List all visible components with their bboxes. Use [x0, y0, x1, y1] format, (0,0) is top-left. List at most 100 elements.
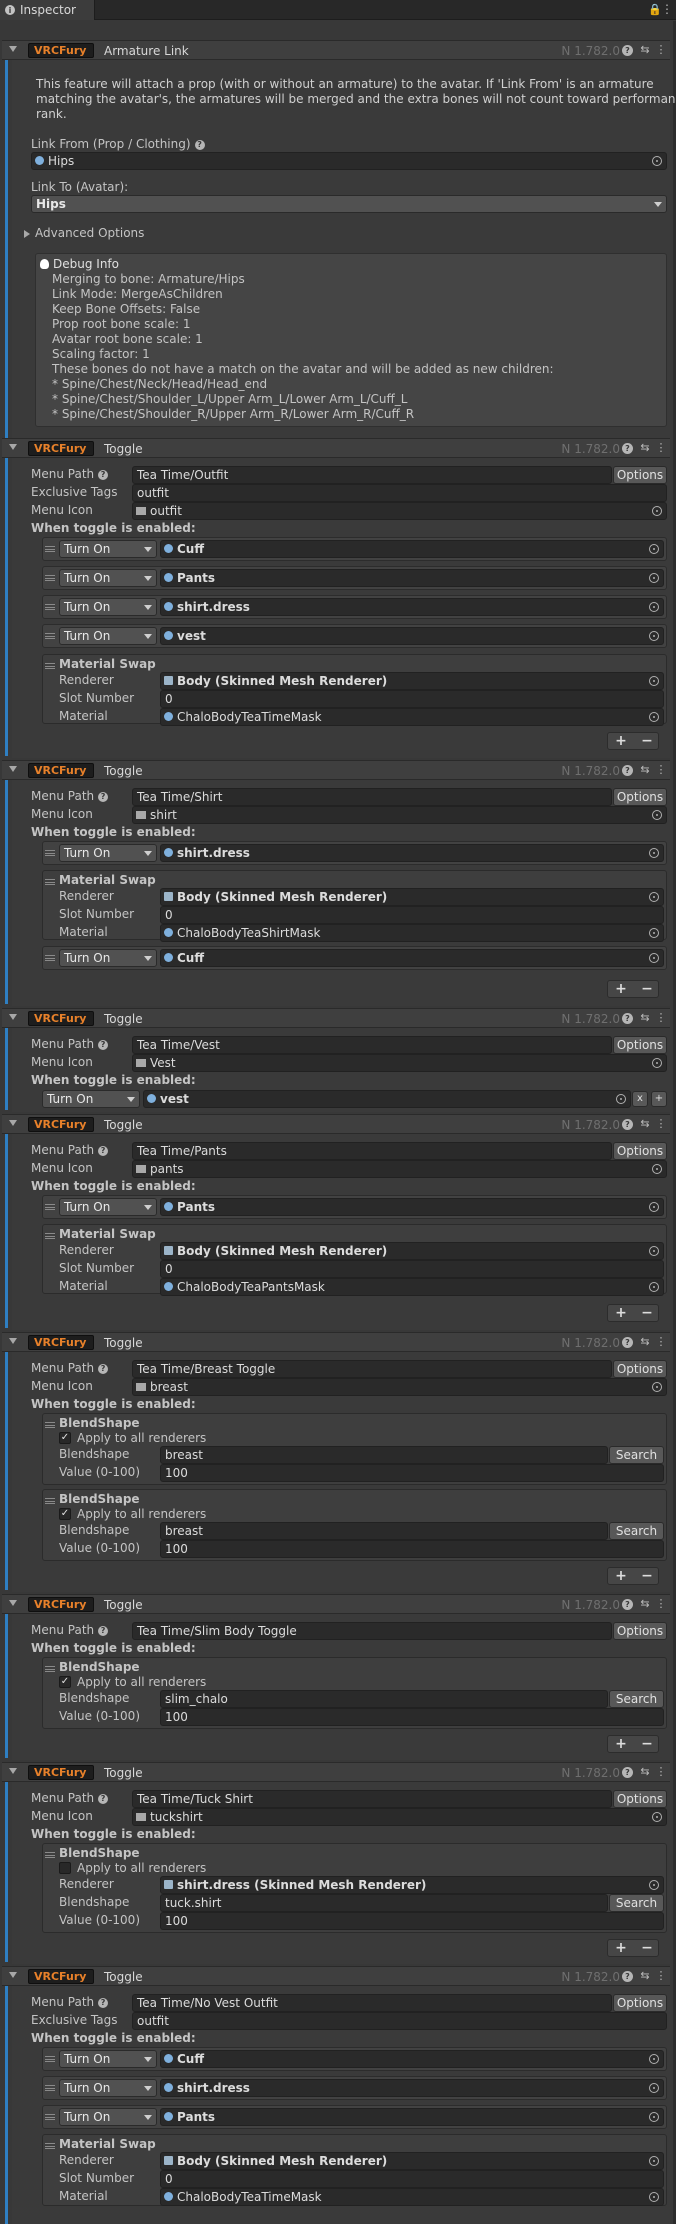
object-field[interactable]: Pants	[160, 569, 664, 587]
renderer-field[interactable]: shirt.dress (Skinned Mesh Renderer)	[160, 1876, 664, 1894]
apply-all-checkbox[interactable]: ✓	[59, 1508, 71, 1520]
blendshape-input[interactable]: slim_chalo	[160, 1690, 608, 1708]
value-input[interactable]: 100	[160, 1912, 664, 1930]
settings-sliders-icon[interactable]: ⇆	[638, 1335, 652, 1349]
options-button[interactable]: Options	[613, 1622, 667, 1640]
object-field[interactable]: vest	[160, 627, 664, 645]
help-icon[interactable]: ?	[98, 1998, 109, 2008]
object-picker-icon[interactable]	[649, 573, 659, 583]
link-from-field[interactable]: Hips	[31, 152, 667, 170]
drag-handle-icon[interactable]	[45, 2143, 55, 2149]
drag-handle-icon[interactable]	[45, 879, 55, 885]
settings-sliders-icon[interactable]: ⇆	[638, 1969, 652, 1983]
slot-number-input[interactable]: 0	[160, 690, 664, 708]
add-button[interactable]: +	[608, 1940, 634, 1956]
foldout-arrow-icon[interactable]	[9, 1338, 17, 1344]
object-field[interactable]: shirt.dress	[160, 844, 664, 862]
help-icon[interactable]: ?	[622, 45, 633, 56]
action-type-dropdown[interactable]: Turn On	[59, 598, 157, 616]
foldout-arrow-icon[interactable]	[9, 1972, 17, 1978]
menu-icon-field[interactable]: Vest	[132, 1054, 667, 1072]
object-picker-icon[interactable]	[649, 676, 659, 686]
object-field[interactable]: Cuff	[160, 949, 664, 967]
menu-path-input[interactable]: Tea Time/Shirt	[132, 788, 612, 806]
options-button[interactable]: Options	[613, 1360, 667, 1378]
object-picker-icon[interactable]	[652, 156, 662, 166]
help-icon[interactable]: ?	[622, 1337, 633, 1348]
lock-icon[interactable]: 🔒	[648, 3, 662, 16]
drag-handle-icon[interactable]	[45, 604, 55, 610]
link-to-dropdown[interactable]: Hips	[31, 195, 667, 213]
help-icon[interactable]: ?	[194, 140, 205, 150]
foldout-arrow-icon[interactable]	[9, 1600, 17, 1606]
menu-icon-field[interactable]: shirt	[132, 806, 667, 824]
menu-icon-field[interactable]: tuckshirt	[132, 1808, 667, 1826]
action-type-dropdown[interactable]: Turn On	[42, 1090, 140, 1108]
help-icon[interactable]: ?	[98, 1146, 109, 1156]
help-icon[interactable]: ?	[98, 1364, 109, 1374]
help-icon[interactable]: ?	[98, 1040, 109, 1050]
component-header[interactable]: VRCFury Toggle N 1.782.0 ? ⇆ ⋮	[2, 1008, 670, 1028]
action-type-dropdown[interactable]: Turn On	[59, 1198, 157, 1216]
object-field[interactable]: Pants	[160, 2108, 664, 2126]
help-icon[interactable]: ?	[98, 470, 109, 480]
drag-handle-icon[interactable]	[45, 850, 55, 856]
object-picker-icon[interactable]	[649, 602, 659, 612]
add-button[interactable]: +	[608, 1568, 634, 1584]
foldout-arrow-icon[interactable]	[9, 1120, 17, 1126]
kebab-menu-icon[interactable]: ⋮	[654, 1117, 668, 1131]
object-picker-icon[interactable]	[649, 2156, 659, 2166]
settings-sliders-icon[interactable]: ⇆	[638, 441, 652, 455]
slot-number-input[interactable]: 0	[160, 1260, 664, 1278]
kebab-menu-icon[interactable]: ⋮	[654, 43, 668, 57]
object-field[interactable]: shirt.dress	[160, 598, 664, 616]
help-icon[interactable]: ?	[98, 792, 109, 802]
object-picker-icon[interactable]	[649, 1202, 659, 1212]
menu-path-input[interactable]: Tea Time/Pants	[132, 1142, 612, 1160]
foldout-arrow-icon[interactable]	[24, 230, 30, 238]
object-field[interactable]: Pants	[160, 1198, 664, 1216]
search-button[interactable]: Search	[609, 1690, 664, 1708]
kebab-menu-icon[interactable]: ⋮	[654, 1969, 668, 1983]
blendshape-input[interactable]: tuck.shirt	[160, 1894, 608, 1912]
object-picker-icon[interactable]	[652, 1058, 662, 1068]
apply-all-checkbox[interactable]	[59, 1862, 71, 1874]
object-picker-icon[interactable]	[649, 953, 659, 963]
kebab-menu-icon[interactable]: ⋮	[654, 441, 668, 455]
add-button[interactable]: +	[608, 1305, 634, 1321]
component-header[interactable]: VRCFury Toggle N 1.782.0 ? ⇆ ⋮	[2, 1332, 670, 1352]
object-field[interactable]: Cuff	[160, 2050, 664, 2068]
menu-path-input[interactable]: Tea Time/Breast Toggle	[132, 1360, 612, 1378]
object-picker-icon[interactable]	[652, 506, 662, 516]
kebab-menu-icon[interactable]: ⋮	[654, 1765, 668, 1779]
settings-sliders-icon[interactable]: ⇆	[638, 43, 652, 57]
menu-icon-field[interactable]: breast	[132, 1378, 667, 1396]
drag-handle-icon[interactable]	[45, 2114, 55, 2120]
remove-button[interactable]: −	[634, 1568, 660, 1584]
help-icon[interactable]: ?	[98, 1794, 109, 1804]
object-picker-icon[interactable]	[649, 2083, 659, 2093]
material-field[interactable]: ChaloBodyTeaTimeMask	[160, 708, 664, 726]
help-icon[interactable]: ?	[622, 1119, 633, 1130]
object-picker-icon[interactable]	[649, 712, 659, 722]
object-picker-icon[interactable]	[652, 1382, 662, 1392]
advanced-options-foldout[interactable]: Advanced Options	[35, 226, 144, 240]
object-picker-icon[interactable]	[649, 2112, 659, 2122]
component-header[interactable]: VRCFury Toggle N 1.782.0 ? ⇆ ⋮	[2, 760, 670, 780]
material-field[interactable]: ChaloBodyTeaTimeMask	[160, 2188, 664, 2206]
exclusive-tags-input[interactable]: outfit	[132, 2012, 667, 2030]
component-header[interactable]: VRCFury Toggle N 1.782.0 ? ⇆ ⋮	[2, 438, 670, 458]
help-icon[interactable]: ?	[622, 443, 633, 454]
foldout-arrow-icon[interactable]	[9, 766, 17, 772]
add-button[interactable]: +	[608, 1736, 634, 1752]
drag-handle-icon[interactable]	[45, 546, 55, 552]
object-picker-icon[interactable]	[649, 544, 659, 554]
kebab-menu-icon[interactable]: ⋮	[661, 2, 673, 16]
drag-handle-icon[interactable]	[45, 955, 55, 961]
drag-handle-icon[interactable]	[45, 1233, 55, 1239]
settings-sliders-icon[interactable]: ⇆	[638, 1011, 652, 1025]
apply-all-checkbox[interactable]: ✓	[59, 1432, 71, 1444]
object-field[interactable]: vest	[143, 1090, 631, 1108]
menu-path-input[interactable]: Tea Time/Outfit	[132, 466, 612, 484]
options-button[interactable]: Options	[613, 1790, 667, 1808]
